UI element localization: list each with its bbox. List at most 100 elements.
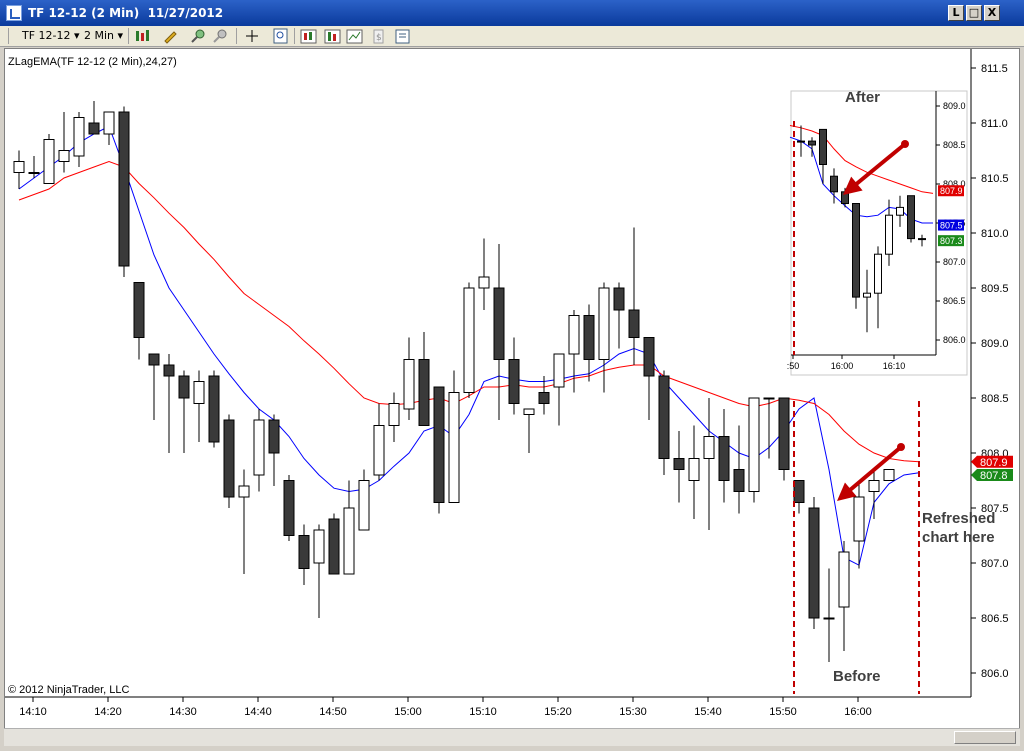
refreshed-label-line2: chart here	[922, 529, 995, 546]
price-tick-label: 806.0	[981, 668, 1009, 680]
after-label: After	[845, 89, 881, 106]
up-candle	[403, 359, 415, 410]
inset-time-tick-label: 16:10	[883, 361, 906, 371]
time-tick-label: 14:40	[244, 706, 272, 718]
down-candle	[673, 458, 685, 470]
down-candle	[298, 535, 310, 569]
strategy-icon[interactable]	[346, 28, 364, 44]
down-candle	[778, 397, 790, 470]
down-candle	[283, 480, 295, 536]
toolbar-separator	[236, 28, 237, 44]
price-tick-label: 811.5	[981, 63, 1008, 75]
indicator-icon[interactable]	[324, 28, 342, 44]
chart-style-icon[interactable]	[134, 28, 152, 44]
copyright-text: © 2012 NinjaTrader, LLC	[8, 684, 130, 696]
up-candle	[868, 480, 880, 492]
green-price-label: 807.8	[980, 470, 1008, 482]
inset-price-tick-label: 807.0	[943, 257, 966, 267]
instrument-dropdown[interactable]: TF 12-12 ▾	[22, 28, 80, 44]
up-candle	[73, 117, 85, 157]
down-candle	[658, 375, 670, 459]
up-candle	[478, 276, 490, 289]
down-candle	[223, 419, 235, 498]
down-candle	[328, 518, 340, 575]
up-candle	[523, 408, 535, 415]
down-candle	[538, 392, 550, 404]
down-candle	[88, 122, 100, 135]
up-candle	[193, 381, 205, 404]
up-candle	[703, 436, 715, 459]
magnify-icon[interactable]	[272, 28, 290, 44]
title-bar: TF 12-12 (2 Min) 11/27/2012 L □ X	[0, 0, 1024, 26]
time-tick-label: 15:20	[544, 706, 572, 718]
red-price-label: 807.9	[980, 457, 1008, 469]
down-candle	[163, 364, 175, 377]
time-tick-label: 14:50	[319, 706, 347, 718]
indicator-label: ZLagEMA(TF 12-12 (2 Min),24,27)	[8, 56, 177, 68]
chart-toolbar: TF 12-12 ▾ 2 Min ▾ $	[0, 26, 1024, 47]
maximize-button[interactable]: □	[966, 5, 982, 21]
up-candle	[568, 315, 580, 355]
up-candle	[238, 485, 250, 498]
price-tick-label: 806.5	[981, 613, 1009, 625]
chart-panel[interactable]: 811.5 811.0 810.5 810.0 809.5 809.0 808.5 808.0…	[4, 48, 1020, 745]
up-candle	[763, 397, 775, 400]
after-arrow-dot	[901, 140, 909, 148]
inset-price-tick-label: 806.5	[943, 296, 966, 306]
inset-up-candle	[918, 238, 926, 241]
minimize-button[interactable]: L	[948, 5, 964, 21]
bar-type-icon[interactable]	[300, 28, 318, 44]
interval-dropdown[interactable]: 2 Min ▾	[84, 28, 123, 44]
before-arrow-dot	[897, 443, 905, 451]
down-candle	[508, 359, 520, 404]
scrollbar-thumb[interactable]	[954, 731, 1016, 744]
price-tick-label: 810.0	[981, 228, 1009, 240]
up-candle	[13, 161, 25, 173]
inset-price-tick-label: 806.0	[943, 335, 966, 345]
down-candle	[583, 315, 595, 360]
horizontal-scrollbar[interactable]	[4, 728, 1020, 746]
inset-green-price-label: 807.3	[940, 236, 963, 246]
time-tick-label: 16:00	[844, 706, 872, 718]
refreshed-label-line1: Refreshed	[922, 510, 996, 527]
down-candle	[793, 480, 805, 503]
toolbar-separator	[294, 28, 295, 44]
up-candle	[598, 287, 610, 360]
zoom-out-icon[interactable]	[212, 28, 230, 44]
svg-text:$: $	[376, 33, 382, 43]
inset-down-candle	[808, 140, 816, 146]
price-tick-label: 810.5	[981, 173, 1009, 185]
time-tick-label: 14:20	[94, 706, 122, 718]
up-candle	[253, 419, 265, 476]
up-candle	[388, 403, 400, 426]
up-candle	[28, 172, 40, 174]
up-candle	[838, 551, 850, 608]
instrument-label: TF 12-12	[22, 29, 71, 42]
interval-label: 2 Min	[84, 29, 115, 42]
up-candle	[748, 397, 760, 492]
price-chart[interactable]: 811.5811.0810.5810.0809.5809.0808.5808.0…	[5, 49, 1019, 729]
up-candle	[883, 469, 895, 481]
chart-window-icon[interactable]	[6, 5, 22, 21]
up-candle	[313, 529, 325, 564]
up-candle	[343, 507, 355, 575]
zoom-in-icon[interactable]	[190, 28, 208, 44]
inset-price-tick-label: 808.5	[943, 140, 966, 150]
down-candle	[643, 337, 655, 377]
price-tick-label: 809.5	[981, 283, 1009, 295]
price-tick-label: 809.0	[981, 338, 1009, 350]
close-button[interactable]: X	[984, 5, 1000, 21]
inset-red-price-label: 807.9	[940, 186, 963, 196]
up-candle	[373, 425, 385, 476]
window-title: TF 12-12 (2 Min) 11/27/2012	[28, 6, 224, 20]
crosshair-icon[interactable]	[244, 28, 262, 44]
inset-time-tick-label: 16:00	[831, 361, 854, 371]
before-label: Before	[833, 668, 881, 685]
data-box-icon[interactable]: $	[370, 28, 388, 44]
drawing-pencil-icon[interactable]	[162, 28, 180, 44]
inset-down-candle	[852, 203, 860, 298]
properties-icon[interactable]	[394, 28, 412, 44]
down-candle	[148, 353, 160, 366]
down-candle	[433, 386, 445, 503]
down-candle	[628, 309, 640, 338]
